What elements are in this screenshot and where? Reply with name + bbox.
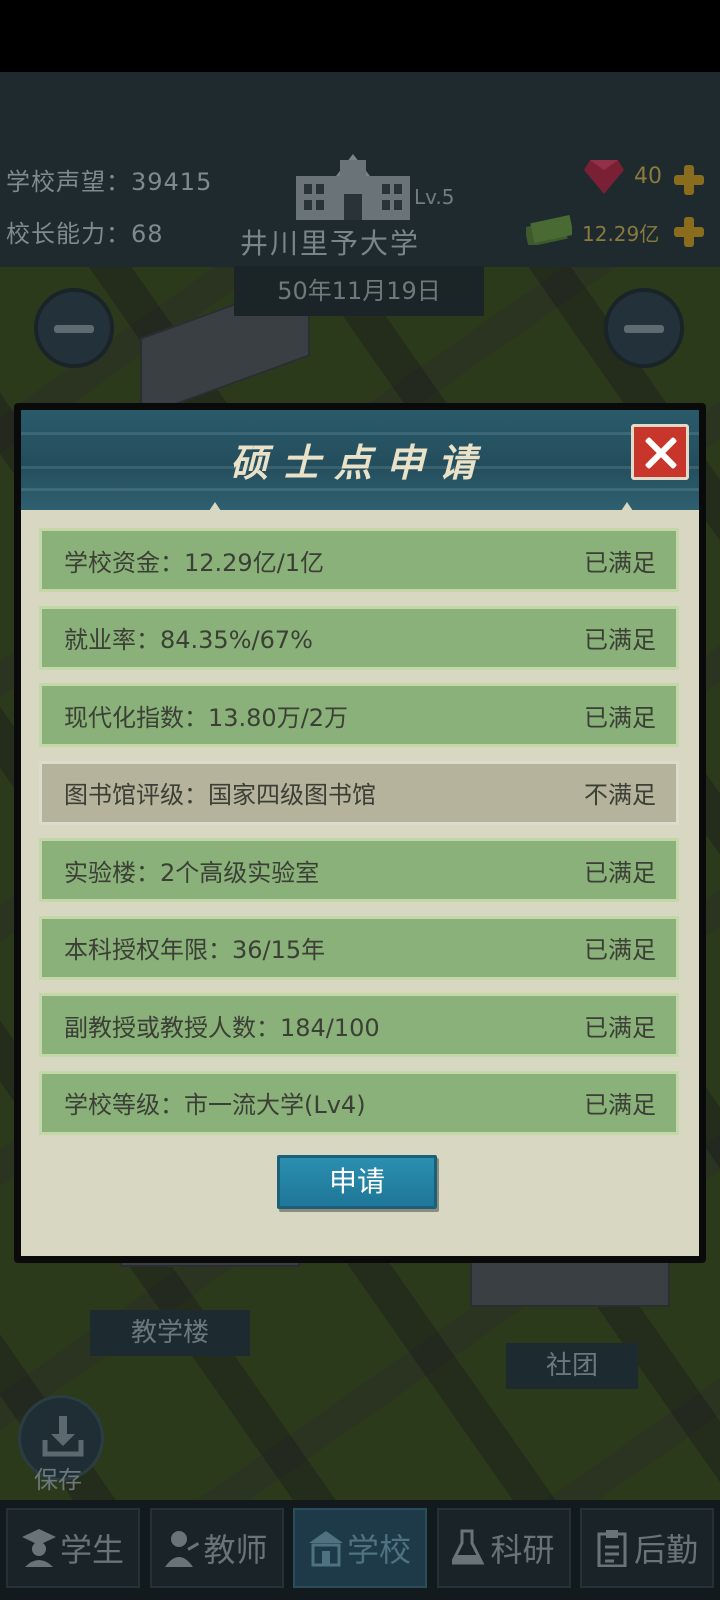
building-label-club[interactable]: 社团 [506,1343,638,1389]
requirement-text: 学校资金：12.29亿/1亿 [64,548,325,577]
requirement-row: 就业率：84.35%/67% 已满足 [39,605,679,670]
requirement-status: 已满足 [584,548,656,577]
tab-logistics-label: 后勤 [633,1531,698,1569]
add-gems-button[interactable] [674,165,704,195]
logistics-icon [597,1530,627,1567]
requirement-status: 已满足 [584,703,656,732]
requirement-text: 现代化指数：13.80万/2万 [64,703,349,732]
requirement-status: 不满足 [584,781,656,809]
game-date: 50年11月19日 [234,266,484,316]
status-bar [0,0,720,72]
requirement-row: 学校资金：12.29亿/1亿 已满足 [39,528,679,592]
tab-research-label: 科研 [490,1531,555,1569]
zoom-out-button-right[interactable] [604,288,684,368]
requirement-row: 副教授或教授人数：184/100 已满足 [39,993,679,1057]
money-icon [526,215,572,245]
dialog-title: 硕士点申请 [229,440,490,485]
download-icon [42,1416,84,1457]
gem-icon [584,160,624,194]
building-label-teaching[interactable]: 教学楼 [90,1310,250,1356]
reputation-stat: 学校声望：39415 [6,168,213,196]
tab-school-label: 学校 [346,1531,411,1569]
master-program-application-dialog: 硕士点申请 学校资金：12.29亿/1亿 已满足 就业率：84.35%/67% … [14,403,706,1263]
tab-student-label: 学生 [59,1531,124,1569]
requirement-row: 实验楼：2个高级实验室 已满足 [39,838,679,902]
requirement-row-unmet: 图书馆评级：国家四级图书馆 不满足 [39,760,679,825]
requirement-status: 已满足 [584,626,656,654]
requirement-text: 副教授或教授人数：184/100 [64,1013,380,1042]
research-icon [452,1529,485,1565]
requirement-status: 已满足 [584,858,656,887]
school-name: 井川里予大学 [239,227,420,260]
requirement-status: 已满足 [584,1091,656,1119]
close-button[interactable] [631,424,689,480]
money-amount: 12.29亿 [582,222,660,246]
tab-student[interactable]: 学生 [6,1508,140,1588]
tab-research[interactable]: 科研 [436,1508,571,1588]
bottom-navigation: 学生 教师 学校 科研 后勤 [0,1500,720,1600]
requirement-text: 就业率：84.35%/67% [64,626,313,654]
zoom-out-button-left[interactable] [34,288,114,368]
tab-teacher-label: 教师 [203,1531,268,1569]
requirement-text: 图书馆评级：国家四级图书馆 [64,781,376,809]
apply-button[interactable]: 申请 [277,1155,437,1209]
requirement-text: 本科授权年限：36/15年 [64,936,326,964]
requirement-text: 实验楼：2个高级实验室 [64,858,320,887]
requirement-row: 现代化指数：13.80万/2万 已满足 [39,683,679,747]
student-icon [21,1529,56,1567]
dialog-header: 硕士点申请 [21,410,699,514]
save-label: 保存 [34,1466,82,1494]
school-building-icon [296,154,410,220]
tab-logistics[interactable]: 后勤 [580,1508,714,1588]
requirement-row: 学校等级：市一流大学(Lv4) 已满足 [39,1070,679,1135]
school-icon [308,1531,343,1567]
school-level-badge: Lv.5 [414,185,455,209]
tab-school[interactable]: 学校 [293,1508,427,1588]
add-money-button[interactable] [674,217,704,247]
requirement-text: 学校等级：市一流大学(Lv4) [64,1091,366,1119]
gem-count: 40 [634,164,662,189]
teacher-icon [165,1531,200,1567]
requirement-status: 已满足 [584,1013,656,1042]
requirement-status: 已满足 [584,936,656,964]
requirement-list: 学校资金：12.29亿/1亿 已满足 就业率：84.35%/67% 已满足 现代… [39,528,679,1148]
principal-ability-stat: 校长能力：68 [6,220,164,248]
requirement-row: 本科授权年限：36/15年 已满足 [39,915,679,980]
tab-teacher[interactable]: 教师 [149,1508,284,1588]
